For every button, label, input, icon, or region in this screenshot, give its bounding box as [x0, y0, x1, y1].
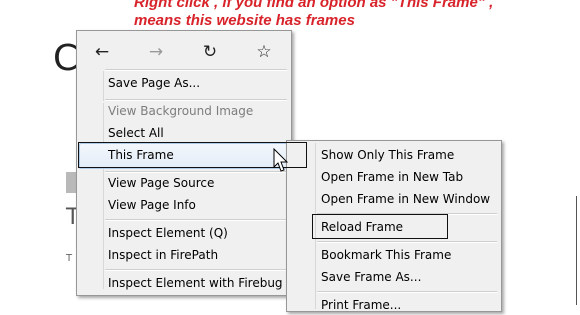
menu-item-view-background-image: View Background Image	[108, 104, 254, 118]
reload-icon[interactable]: ↻	[201, 43, 219, 61]
forward-arrow-icon[interactable]: →	[147, 43, 165, 61]
navigation-row: ← → ↻ ☆	[83, 35, 283, 69]
page-gray-block	[66, 172, 76, 193]
page-small-text-fragment: T	[66, 253, 73, 264]
annotation-line-2: means this website has frames	[134, 12, 355, 29]
page-divider-line	[576, 196, 577, 305]
submenu-separator	[317, 241, 497, 243]
menu-item-save-page-as[interactable]: Save Page As...	[108, 73, 200, 93]
menu-item-inspect-in-firepath[interactable]: Inspect in FirePath	[108, 245, 218, 265]
menu-gutter	[103, 71, 104, 101]
menu-separator	[105, 69, 287, 71]
menu-item-select-all[interactable]: Select All	[108, 123, 164, 143]
menu-separator	[105, 269, 287, 271]
reload-frame-annotation-box	[312, 214, 448, 239]
submenu-item-show-only-this-frame[interactable]: Show Only This Frame	[321, 145, 454, 165]
menu-gutter	[103, 103, 104, 289]
submenu-item-save-frame-as[interactable]: Save Frame As...	[321, 267, 421, 287]
menu-item-view-page-info[interactable]: View Page Info	[108, 195, 196, 215]
annotation-line-1: Right click , if you find an option as "…	[134, 0, 494, 11]
submenu-item-open-frame-new-tab[interactable]: Open Frame in New Tab	[321, 167, 463, 187]
submenu-item-print-frame[interactable]: Print Frame...	[321, 295, 401, 315]
menu-item-view-page-source[interactable]: View Page Source	[108, 173, 214, 193]
page-heading-fragment: C	[53, 38, 79, 79]
star-icon[interactable]: ☆	[255, 43, 273, 61]
back-arrow-icon[interactable]: ←	[93, 43, 111, 61]
menu-separator	[105, 219, 287, 221]
submenu-separator	[317, 291, 497, 293]
submenu-item-bookmark-this-frame[interactable]: Bookmark This Frame	[321, 245, 451, 265]
menu-item-inspect-element[interactable]: Inspect Element (Q)	[108, 223, 228, 243]
mouse-cursor-icon	[273, 148, 289, 172]
submenu-item-open-frame-new-window[interactable]: Open Frame in New Window	[321, 189, 490, 209]
annotation-text: Right click , if you find an option as "…	[134, 0, 574, 30]
menu-item-inspect-with-firebug[interactable]: Inspect Element with Firebug	[108, 273, 283, 293]
